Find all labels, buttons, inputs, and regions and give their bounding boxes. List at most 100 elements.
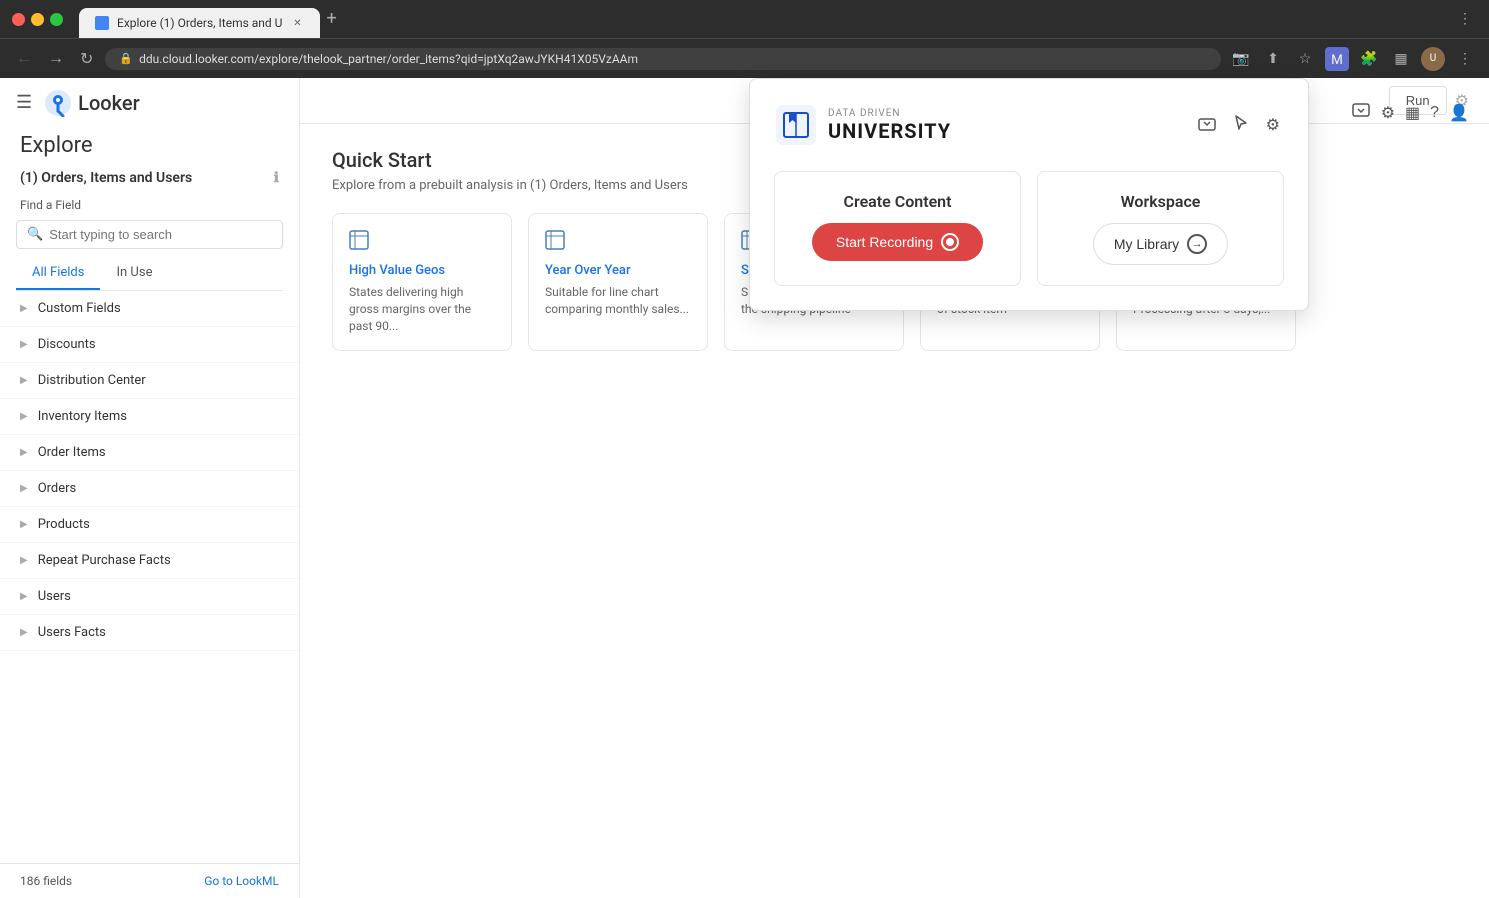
explore-page-title: Explore: [0, 117, 299, 166]
refresh-button[interactable]: ↻: [76, 45, 97, 73]
create-content-title: Create Content: [844, 192, 952, 211]
ddu-share-button[interactable]: [1194, 110, 1220, 141]
info-icon[interactable]: ℹ: [274, 170, 279, 186]
looker-wordmark: Looker: [78, 91, 140, 115]
chevron-icon: ▶: [20, 627, 28, 638]
address-bar[interactable]: 🔒 ddu.cloud.looker.com/explore/thelook_p…: [105, 48, 1221, 70]
field-group-custom-fields[interactable]: ▶ Custom Fields + Add: [0, 291, 299, 327]
nav-icons: 📷 ⬆ ☆ M 🧩 ▦ U ⋮: [1229, 47, 1477, 71]
card-title-1: Year Over Year: [545, 263, 691, 278]
record-icon: [941, 233, 959, 251]
sidebar-footer: 186 fields Go to LookML: [0, 863, 299, 898]
field-group-repeat-purchase-facts[interactable]: ▶ Repeat Purchase Facts: [0, 543, 299, 579]
field-group-label: Distribution Center: [38, 373, 146, 388]
field-group-label: Orders: [38, 481, 77, 496]
tab-title: Explore (1) Orders, Items and U: [117, 16, 282, 30]
search-box[interactable]: 🔍: [16, 220, 283, 249]
browser-settings-icon[interactable]: ⋮: [1453, 7, 1477, 31]
field-group-order-items[interactable]: ▶ Order Items: [0, 435, 299, 471]
forward-button[interactable]: →: [44, 46, 68, 72]
traffic-lights: [12, 13, 63, 26]
field-group-users-facts[interactable]: ▶ Users Facts: [0, 615, 299, 651]
field-group-inventory-items[interactable]: ▶ Inventory Items: [0, 399, 299, 435]
go-to-looml-link[interactable]: Go to LookML: [204, 874, 279, 888]
quick-start-card-0[interactable]: High Value Geos States delivering high g…: [332, 213, 512, 351]
chevron-icon: ▶: [20, 447, 28, 458]
ddu-panel-header: Data Driven UNIVERSITY ⚙: [774, 103, 1284, 147]
field-group-label: Products: [38, 517, 90, 532]
cast-icon[interactable]: 📷: [1229, 47, 1253, 71]
all-fields-tab[interactable]: All Fields: [16, 257, 100, 290]
chevron-icon: ▶: [20, 339, 28, 350]
share-icon[interactable]: ⬆: [1261, 47, 1285, 71]
chrome-menu[interactable]: ⋮: [1453, 47, 1477, 71]
puzzle-icon[interactable]: 🧩: [1357, 47, 1381, 71]
chevron-icon: ▶: [20, 483, 28, 494]
workspace-card: Workspace My Library →: [1037, 171, 1284, 286]
field-group-label: Discounts: [38, 337, 96, 352]
search-icon: 🔍: [27, 227, 43, 242]
field-group-discounts[interactable]: ▶ Discounts: [0, 327, 299, 363]
ddu-panel-body: Create Content Start Recording Workspace…: [774, 171, 1284, 286]
ddu-logo: Data Driven UNIVERSITY: [774, 103, 951, 147]
url-text: ddu.cloud.looker.com/explore/thelook_par…: [139, 52, 638, 66]
new-tab-button[interactable]: +: [326, 10, 336, 28]
tab-favicon: [95, 16, 109, 30]
field-group-products[interactable]: ▶ Products: [0, 507, 299, 543]
workspace-title: Workspace: [1121, 192, 1201, 211]
looker-logo: Looker: [44, 89, 140, 117]
ddu-logo-icon: [774, 103, 818, 147]
field-group-users[interactable]: ▶ Users: [0, 579, 299, 615]
field-group-label: Repeat Purchase Facts: [38, 553, 171, 568]
model-name-section: (1) Orders, Items and Users ℹ: [0, 166, 299, 190]
card-desc-1: Suitable for line chart comparing monthl…: [545, 284, 691, 318]
navigation-bar: ← → ↻ 🔒 ddu.cloud.looker.com/explore/the…: [0, 38, 1489, 78]
field-group-label: Users Facts: [38, 625, 106, 640]
quick-start-card-1[interactable]: Year Over Year Suitable for line chart c…: [528, 213, 708, 351]
field-group-label: Users: [38, 589, 71, 604]
minimize-button[interactable]: [31, 13, 44, 26]
ddu-subtext: Data Driven: [828, 108, 951, 119]
user-icon-btn[interactable]: 👤: [1449, 103, 1469, 123]
start-recording-button[interactable]: Start Recording: [812, 223, 983, 261]
create-content-card: Create Content Start Recording: [774, 171, 1021, 286]
settings-icon-btn[interactable]: ⚙: [1381, 103, 1395, 123]
looker-topnav: ⚙ ▦ ? 👤: [1331, 92, 1489, 133]
card-icon-0: [349, 230, 495, 255]
card-title-0: High Value Geos: [349, 263, 495, 278]
my-library-label: My Library: [1114, 236, 1179, 252]
maximize-button[interactable]: [50, 13, 63, 26]
field-group-distribution-center[interactable]: ▶ Distribution Center: [0, 363, 299, 399]
sidebar: ☰ Looker Explore (1) Orders, Items and U…: [0, 78, 300, 898]
arrow-circle-icon: →: [1187, 234, 1207, 254]
search-input[interactable]: [49, 227, 272, 242]
help-icon-btn[interactable]: ?: [1430, 104, 1439, 122]
browser-chrome: Explore (1) Orders, Items and U ✕ + ⋮: [0, 0, 1489, 38]
close-button[interactable]: [12, 13, 25, 26]
field-tabs: All Fields In Use: [16, 257, 283, 291]
chevron-icon: ▶: [20, 303, 28, 314]
sidebar-toggle[interactable]: ▦: [1389, 47, 1413, 71]
field-list: ▶ Custom Fields + Add ▶ Discounts ▶ Dist…: [0, 291, 299, 863]
back-button[interactable]: ←: [12, 46, 36, 72]
lock-icon: 🔒: [119, 52, 133, 65]
field-group-label: Custom Fields: [38, 301, 121, 316]
bookmark-icon[interactable]: ☆: [1293, 47, 1317, 71]
chevron-icon: ▶: [20, 375, 28, 386]
my-library-button[interactable]: My Library →: [1093, 223, 1228, 265]
browser-tabs: Explore (1) Orders, Items and U ✕ +: [79, 0, 337, 38]
card-icon-1: [545, 230, 691, 255]
ddu-cursor-button[interactable]: [1228, 110, 1254, 141]
active-tab[interactable]: Explore (1) Orders, Items and U ✕: [79, 8, 320, 38]
in-use-tab[interactable]: In Use: [100, 257, 168, 290]
share-icon-btn[interactable]: [1351, 100, 1371, 125]
extension-icon[interactable]: M: [1325, 47, 1349, 71]
grid-icon-btn[interactable]: ▦: [1405, 103, 1420, 123]
chevron-icon: ▶: [20, 591, 28, 602]
find-field-label: Find a Field: [0, 190, 299, 216]
tab-close-button[interactable]: ✕: [290, 16, 304, 30]
ddu-settings-button[interactable]: ⚙: [1262, 111, 1284, 139]
hamburger-menu[interactable]: ☰: [12, 88, 36, 117]
field-group-orders[interactable]: ▶ Orders: [0, 471, 299, 507]
profile-avatar[interactable]: U: [1421, 47, 1445, 71]
